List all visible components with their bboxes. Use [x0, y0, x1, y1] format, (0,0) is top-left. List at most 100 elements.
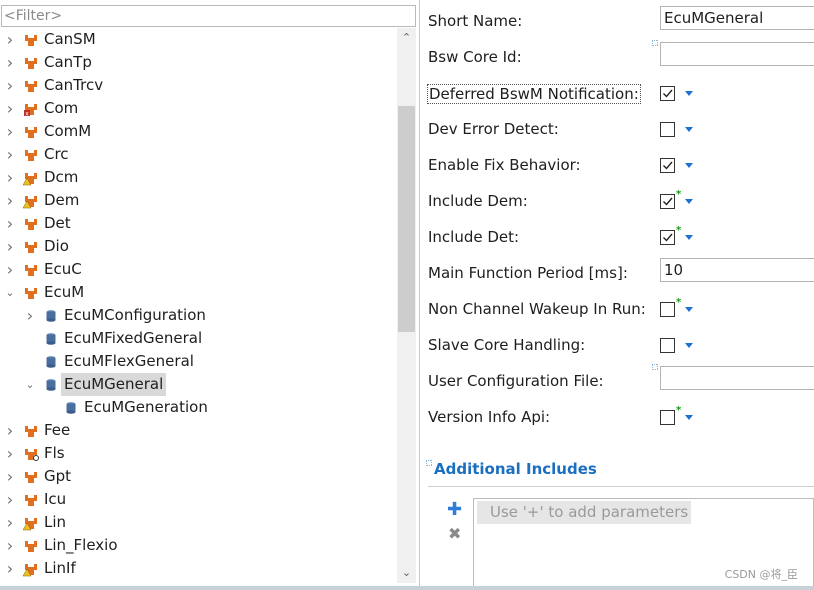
expand-chevron-icon[interactable]: ›	[5, 166, 15, 189]
watermark: CSDN @将_臣	[724, 568, 798, 581]
dropdown-arrow-icon[interactable]	[685, 199, 693, 204]
remove-parameter-button[interactable]: ✖	[448, 524, 461, 543]
expand-chevron-icon[interactable]: ›	[5, 120, 15, 143]
tree-item-label: Dcm	[44, 168, 79, 186]
module-icon	[23, 147, 39, 162]
module-icon	[23, 32, 39, 47]
expand-chevron-icon[interactable]: ›	[5, 442, 15, 465]
bottom-border	[0, 586, 814, 590]
tree-item[interactable]: › Lin_Flexio	[0, 534, 396, 557]
expand-chevron-icon[interactable]: ›	[5, 465, 15, 488]
tree-item[interactable]: ⌄ EcuMGeneral	[0, 373, 396, 396]
tree-item-label: Lin	[44, 513, 67, 531]
tree-item-label: Dem	[44, 191, 80, 209]
text-field[interactable]	[660, 42, 814, 66]
tree-item-label: Gpt	[44, 467, 72, 485]
checkbox-checked[interactable]	[660, 158, 675, 173]
tree-item-label: Icu	[44, 490, 67, 508]
tree-item[interactable]: › Fls	[0, 442, 396, 465]
expand-chevron-icon[interactable]: ›	[5, 97, 15, 120]
expand-chevron-icon[interactable]: ›	[5, 419, 15, 442]
module-icon	[23, 423, 39, 438]
tree-item[interactable]: › CanTrcv	[0, 74, 396, 97]
tree-item[interactable]: › Gpt	[0, 465, 396, 488]
expand-chevron-icon[interactable]: ›	[5, 258, 15, 281]
expand-chevron-icon[interactable]: ›	[5, 28, 15, 51]
tree-item[interactable]: › Dcm	[0, 166, 396, 189]
dropdown-arrow-icon[interactable]	[685, 235, 693, 240]
tree-item[interactable]: › CanSM	[0, 28, 396, 51]
checkbox-checked[interactable]	[660, 86, 675, 101]
expand-chevron-icon[interactable]: ›	[5, 212, 15, 235]
tree-item[interactable]: › LinIf	[0, 557, 396, 580]
text-field[interactable]: EcuMGeneral	[660, 6, 814, 30]
text-field[interactable]	[660, 366, 814, 390]
filter-input[interactable]: <Filter>	[1, 5, 416, 27]
checkbox-unchecked[interactable]	[660, 302, 675, 317]
tree-item[interactable]: › x Com	[0, 97, 396, 120]
expand-chevron-icon[interactable]: ›	[5, 235, 15, 258]
checkbox-unchecked[interactable]	[660, 410, 675, 425]
text-field[interactable]: 10	[660, 258, 814, 282]
checkbox-unchecked[interactable]	[660, 122, 675, 137]
field-label: Dev Error Detect:	[428, 120, 559, 138]
scrollbar-thumb[interactable]	[398, 106, 415, 332]
section-divider	[428, 486, 814, 487]
tree-item[interactable]: › Icu	[0, 488, 396, 511]
tree-item-label: ComM	[44, 122, 92, 140]
tree-item-label: CanTrcv	[44, 76, 104, 94]
expand-chevron-icon[interactable]: ›	[5, 51, 15, 74]
module-warning-icon	[22, 170, 39, 186]
module-link-icon	[23, 446, 39, 461]
additional-includes-title[interactable]: Additional Includes	[426, 460, 597, 478]
tree-item[interactable]: › Det	[0, 212, 396, 235]
module-tree-panel: <Filter> › CanSM › CanTp › CanTrcv › x Com › ComM ›…	[0, 0, 420, 586]
module-icon	[23, 262, 39, 277]
scroll-down-arrow-icon[interactable]: ⌄	[397, 563, 416, 583]
field-label: Bsw Core Id:	[428, 48, 522, 66]
tree-item[interactable]: › Dem	[0, 189, 396, 212]
tree-item[interactable]: › Lin	[0, 511, 396, 534]
default-value-marker-icon	[652, 364, 658, 370]
checkbox-unchecked[interactable]	[660, 338, 675, 353]
checkbox-checked[interactable]	[660, 194, 675, 209]
module-icon	[23, 55, 39, 70]
expand-chevron-icon[interactable]: ›	[5, 74, 15, 97]
tree-item[interactable]: EcuMFlexGeneral	[0, 350, 396, 373]
dropdown-arrow-icon[interactable]	[685, 307, 693, 312]
tree-item[interactable]: › Dio	[0, 235, 396, 258]
expand-chevron-icon[interactable]: ›	[5, 143, 15, 166]
container-icon	[43, 308, 59, 323]
expand-chevron-icon[interactable]: ›	[5, 534, 15, 557]
module-icon	[23, 285, 39, 300]
tree-item[interactable]: › CanTp	[0, 51, 396, 74]
expand-chevron-icon[interactable]: ›	[5, 511, 15, 534]
tree-item[interactable]: › Fee	[0, 419, 396, 442]
expand-chevron-icon[interactable]: ›	[5, 189, 15, 212]
dropdown-arrow-icon[interactable]	[685, 415, 693, 420]
dropdown-arrow-icon[interactable]	[685, 127, 693, 132]
field-label: Non Channel Wakeup In Run:	[428, 300, 646, 318]
tree-item[interactable]: › EcuMConfiguration	[0, 304, 396, 327]
expand-chevron-icon[interactable]: ›	[5, 557, 15, 580]
expand-chevron-icon[interactable]: ›	[25, 304, 35, 327]
expand-chevron-icon[interactable]: ›	[5, 488, 15, 511]
scroll-up-arrow-icon[interactable]: ⌃	[397, 28, 416, 48]
dropdown-arrow-icon[interactable]	[685, 343, 693, 348]
changed-marker-icon: *	[676, 225, 682, 236]
tree-item[interactable]: › Crc	[0, 143, 396, 166]
tree-item[interactable]: EcuMGeneration	[0, 396, 396, 419]
tree-item-label: CanSM	[44, 30, 96, 48]
tree-item[interactable]: › ComM	[0, 120, 396, 143]
dropdown-arrow-icon[interactable]	[685, 91, 693, 96]
add-parameter-button[interactable]: ✚	[447, 501, 462, 519]
tree-item[interactable]: › EcuC	[0, 258, 396, 281]
dropdown-arrow-icon[interactable]	[685, 163, 693, 168]
tree-item[interactable]: ⌄ EcuM	[0, 281, 396, 304]
tree-item[interactable]: EcuMFixedGeneral	[0, 327, 396, 350]
collapse-chevron-icon[interactable]: ⌄	[25, 373, 35, 396]
tree-scrollbar[interactable]: ⌃ ⌄	[397, 28, 416, 583]
checkbox-checked[interactable]	[660, 230, 675, 245]
collapse-chevron-icon[interactable]: ⌄	[5, 281, 15, 304]
module-icon	[23, 538, 39, 553]
